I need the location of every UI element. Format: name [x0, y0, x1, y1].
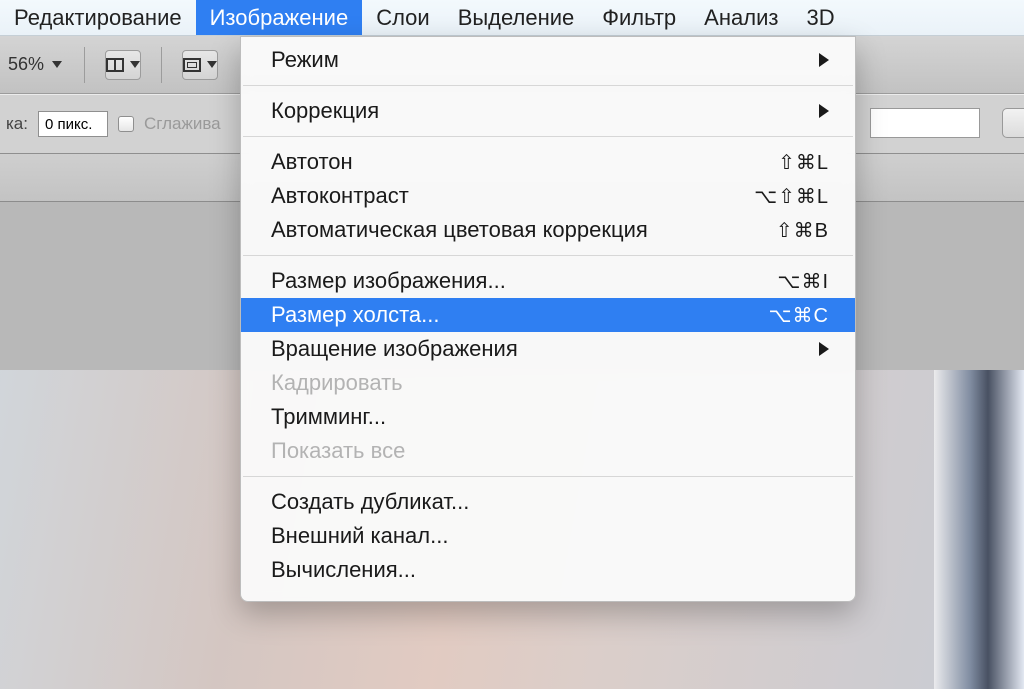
menu-item-calculations[interactable]: Вычисления...: [241, 553, 855, 587]
menu-divider: [243, 136, 853, 137]
feather-label: ка:: [6, 114, 28, 134]
menu-image[interactable]: Изображение: [196, 0, 363, 35]
menu-item-label: Вращение изображения: [271, 336, 819, 362]
menu-item-label: Автоматическая цветовая коррекция: [271, 217, 776, 243]
menu-item-autocontrast[interactable]: Автоконтраст ⌥⇧⌘L: [241, 179, 855, 213]
submenu-arrow-icon: [819, 53, 829, 67]
chevron-down-icon: [52, 61, 62, 68]
screen-mode-button[interactable]: [182, 50, 218, 80]
menu-divider: [243, 476, 853, 477]
menu-label: Редактирование: [14, 5, 182, 31]
menu-item-label: Создать дубликат...: [271, 489, 829, 515]
menu-label: Слои: [376, 5, 430, 31]
menu-item-trim[interactable]: Тримминг...: [241, 400, 855, 434]
menu-edit[interactable]: Редактирование: [0, 0, 196, 35]
menu-item-reveal-all: Показать все: [241, 434, 855, 468]
separator: [84, 47, 85, 83]
menu-item-label: Размер холста...: [271, 302, 769, 328]
menu-item-label: Коррекция: [271, 98, 819, 124]
menu-item-label: Размер изображения...: [271, 268, 777, 294]
menu-label: Анализ: [704, 5, 778, 31]
menu-item-label: Показать все: [271, 438, 829, 464]
menu-item-label: Автотон: [271, 149, 778, 175]
chevron-down-icon: [207, 61, 217, 68]
menu-item-label: Режим: [271, 47, 819, 73]
zoom-value: 56%: [8, 54, 44, 75]
menu-item-label: Вычисления...: [271, 557, 829, 583]
submenu-arrow-icon: [819, 342, 829, 356]
menubar: Редактирование Изображение Слои Выделени…: [0, 0, 1024, 36]
menu-item-autocolor[interactable]: Автоматическая цветовая коррекция ⇧⌘B: [241, 213, 855, 247]
menu-item-autotone[interactable]: Автотон ⇧⌘L: [241, 145, 855, 179]
layout-icon: [106, 58, 124, 72]
checkbox-icon: [118, 116, 134, 132]
menu-item-label: Кадрировать: [271, 370, 829, 396]
menu-layers[interactable]: Слои: [362, 0, 444, 35]
menu-item-label: Автоконтраст: [271, 183, 754, 209]
menu-label: Выделение: [458, 5, 575, 31]
submenu-arrow-icon: [819, 104, 829, 118]
menu-item-crop: Кадрировать: [241, 366, 855, 400]
right-input[interactable]: [870, 108, 980, 138]
feather-input[interactable]: [38, 111, 108, 137]
menu-divider: [243, 255, 853, 256]
menu-analysis[interactable]: Анализ: [690, 0, 792, 35]
menu-item-label: Внешний канал...: [271, 523, 829, 549]
menu-item-image-size[interactable]: Размер изображения... ⌥⌘I: [241, 264, 855, 298]
right-button[interactable]: [1002, 108, 1024, 138]
menu-item-adjustments[interactable]: Коррекция: [241, 94, 855, 128]
menu-item-mode[interactable]: Режим: [241, 43, 855, 77]
antialias-option[interactable]: Сглажива: [118, 114, 221, 134]
menu-label: Фильтр: [602, 5, 676, 31]
menu-label: Изображение: [210, 5, 349, 31]
menu-item-shortcut: ⌥⇧⌘L: [754, 184, 829, 209]
menu-item-shortcut: ⌥⌘I: [777, 269, 829, 294]
menu-3d[interactable]: 3D: [792, 0, 848, 35]
menu-item-duplicate[interactable]: Создать дубликат...: [241, 485, 855, 519]
image-menu-dropdown: Режим Коррекция Автотон ⇧⌘L Автоконтраст…: [240, 36, 856, 602]
menu-item-image-rotation[interactable]: Вращение изображения: [241, 332, 855, 366]
menu-label: 3D: [806, 5, 834, 31]
menu-select[interactable]: Выделение: [444, 0, 589, 35]
antialias-label: Сглажива: [144, 114, 221, 134]
layout-icon-button[interactable]: [105, 50, 141, 80]
menu-item-label: Тримминг...: [271, 404, 829, 430]
screen-icon: [183, 58, 201, 72]
menu-item-apply-image[interactable]: Внешний канал...: [241, 519, 855, 553]
menu-item-shortcut: ⇧⌘L: [778, 150, 829, 175]
menu-divider: [243, 85, 853, 86]
chevron-down-icon: [130, 61, 140, 68]
separator: [161, 47, 162, 83]
zoom-dropdown[interactable]: 56%: [6, 52, 64, 77]
menu-item-shortcut: ⌥⌘C: [769, 303, 830, 328]
menu-item-canvas-size[interactable]: Размер холста... ⌥⌘C: [241, 298, 855, 332]
menu-filter[interactable]: Фильтр: [588, 0, 690, 35]
menu-item-shortcut: ⇧⌘B: [776, 218, 829, 243]
